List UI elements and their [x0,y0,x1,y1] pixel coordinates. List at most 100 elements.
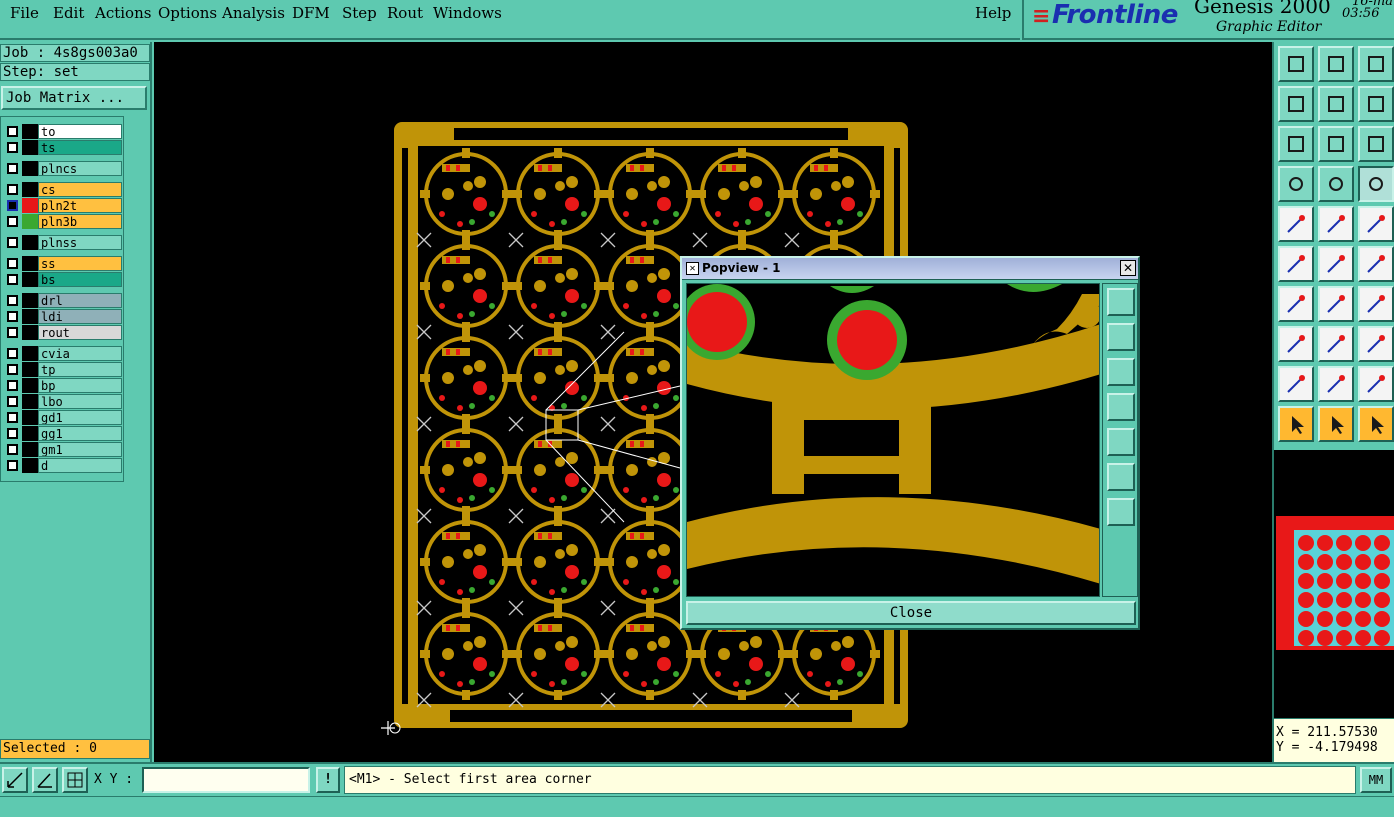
layer-row-gm1[interactable]: gm1 [4,442,122,457]
pan-left-tool-icon[interactable] [1278,86,1314,122]
undo-view-tool-icon[interactable] [1358,86,1394,122]
popview-titlebar[interactable]: ✕ Popview - 1 ✕ [682,258,1138,280]
layer-checkbox[interactable] [7,396,18,407]
window-menu-icon[interactable]: ✕ [686,262,699,275]
netlist-tool-icon[interactable] [1358,166,1394,202]
layer-checkbox[interactable] [7,163,18,174]
layer-row-plnss[interactable]: plnss [4,235,122,250]
layer-color-swatch[interactable] [22,426,38,441]
layer-color-swatch[interactable] [22,410,38,425]
layer-checkbox[interactable] [7,327,18,338]
menu-help[interactable]: Help [975,4,1011,22]
layer-name[interactable]: gd1 [38,410,122,425]
layer-color-swatch[interactable] [22,394,38,409]
pan-right-tool-icon[interactable] [1318,86,1354,122]
curve-tool-icon[interactable] [1358,286,1394,322]
menu-rout[interactable]: Rout [387,4,423,22]
layer-name[interactable]: plncs [38,161,122,176]
grid-mode-icon[interactable] [62,767,88,793]
snap-mode-icon[interactable] [2,767,28,793]
pad-tool-icon[interactable] [1278,206,1314,242]
layer-name[interactable]: drl [38,293,122,308]
layer-checkbox[interactable] [7,412,18,423]
layer-name[interactable]: ts [38,140,122,155]
popview-pan-up-button[interactable] [1107,323,1135,351]
ruler-tool-icon[interactable] [1358,206,1394,242]
layer-row-plncs[interactable]: plncs [4,161,122,176]
layer-checkbox[interactable] [7,380,18,391]
layer-color-swatch[interactable] [22,161,38,176]
line-tool-icon[interactable] [1318,206,1354,242]
layer-name[interactable]: d [38,458,122,473]
units-button[interactable]: MM [1360,767,1392,793]
layer-checkbox[interactable] [7,274,18,285]
dash-tool-icon[interactable] [1318,326,1354,362]
layer-row-gd1[interactable]: gd1 [4,410,122,425]
popview-pan-down-button[interactable] [1107,358,1135,386]
layer-row-pln3b[interactable]: pln3b [4,214,122,229]
draw-line-tool-icon[interactable] [1278,286,1314,322]
layer-color-swatch[interactable] [22,214,38,229]
layer-name[interactable]: gm1 [38,442,122,457]
connect-tool-icon[interactable] [1278,246,1314,282]
layer-row-d[interactable]: d [4,458,122,473]
layer-checkbox[interactable] [7,428,18,439]
center-tool-icon[interactable] [1318,126,1354,162]
select-circle-tool-icon[interactable] [1358,406,1394,442]
fit-tool-icon[interactable] [1278,126,1314,162]
menu-options[interactable]: Options [158,4,217,22]
measure-tool-icon[interactable] [1358,326,1394,362]
layer-checkbox[interactable] [7,295,18,306]
triangle-tool-icon[interactable] [1278,366,1314,402]
menu-edit[interactable]: Edit [53,4,84,22]
layer-checkbox[interactable] [7,126,18,137]
layer-row-cs[interactable]: cs [4,182,122,197]
overview-map[interactable] [1274,450,1394,718]
menu-step[interactable]: Step [342,4,377,22]
snap-tool-icon[interactable] [1318,166,1354,202]
layer-color-swatch[interactable] [22,309,38,324]
angle-mode-icon[interactable] [32,767,58,793]
popview-pan-left-button[interactable] [1107,393,1135,421]
layer-color-swatch[interactable] [22,325,38,340]
slash-tool-icon[interactable] [1318,286,1354,322]
close-icon[interactable]: ✕ [1120,260,1136,276]
layer-row-bp[interactable]: bp [4,378,122,393]
layer-name[interactable]: lbo [38,394,122,409]
arc-tool-icon[interactable] [1358,246,1394,282]
layer-name[interactable]: pln2t [38,198,122,213]
layer-color-swatch[interactable] [22,346,38,361]
layer-row-bs[interactable]: bs [4,272,122,287]
layer-color-swatch[interactable] [22,442,38,457]
layer-row-ss[interactable]: ss [4,256,122,271]
popview-zoom-button[interactable] [1107,288,1135,316]
select-tool-icon[interactable] [1278,406,1314,442]
layer-name[interactable]: cvia [38,346,122,361]
layer-name[interactable]: bs [38,272,122,287]
layer-name[interactable]: cs [38,182,122,197]
layer-checkbox[interactable] [7,311,18,322]
layer-checkbox[interactable] [7,348,18,359]
layer-row-lbo[interactable]: lbo [4,394,122,409]
menu-actions[interactable]: Actions [95,4,151,22]
xy-input[interactable] [142,767,310,793]
menu-file[interactable]: File [10,4,39,22]
layer-row-to[interactable]: to [4,124,122,139]
menu-windows[interactable]: Windows [433,4,502,22]
layer-row-ldi[interactable]: ldi [4,309,122,324]
layer-checkbox[interactable] [7,364,18,375]
layer-name[interactable]: ldi [38,309,122,324]
settings-tool-icon[interactable] [1278,166,1314,202]
popview-fit-button[interactable] [1107,463,1135,491]
layer-color-swatch[interactable] [22,272,38,287]
job-matrix-button[interactable]: Job Matrix ... [1,86,147,110]
layer-color-swatch[interactable] [22,182,38,197]
layer-checkbox[interactable] [7,184,18,195]
scale-1to1-tool-icon[interactable] [1358,126,1394,162]
layer-color-swatch[interactable] [22,256,38,271]
layer-name[interactable]: pln3b [38,214,122,229]
popview-view[interactable] [686,283,1100,597]
layer-name[interactable]: tp [38,362,122,377]
layer-row-rout[interactable]: rout [4,325,122,340]
layer-color-swatch[interactable] [22,458,38,473]
